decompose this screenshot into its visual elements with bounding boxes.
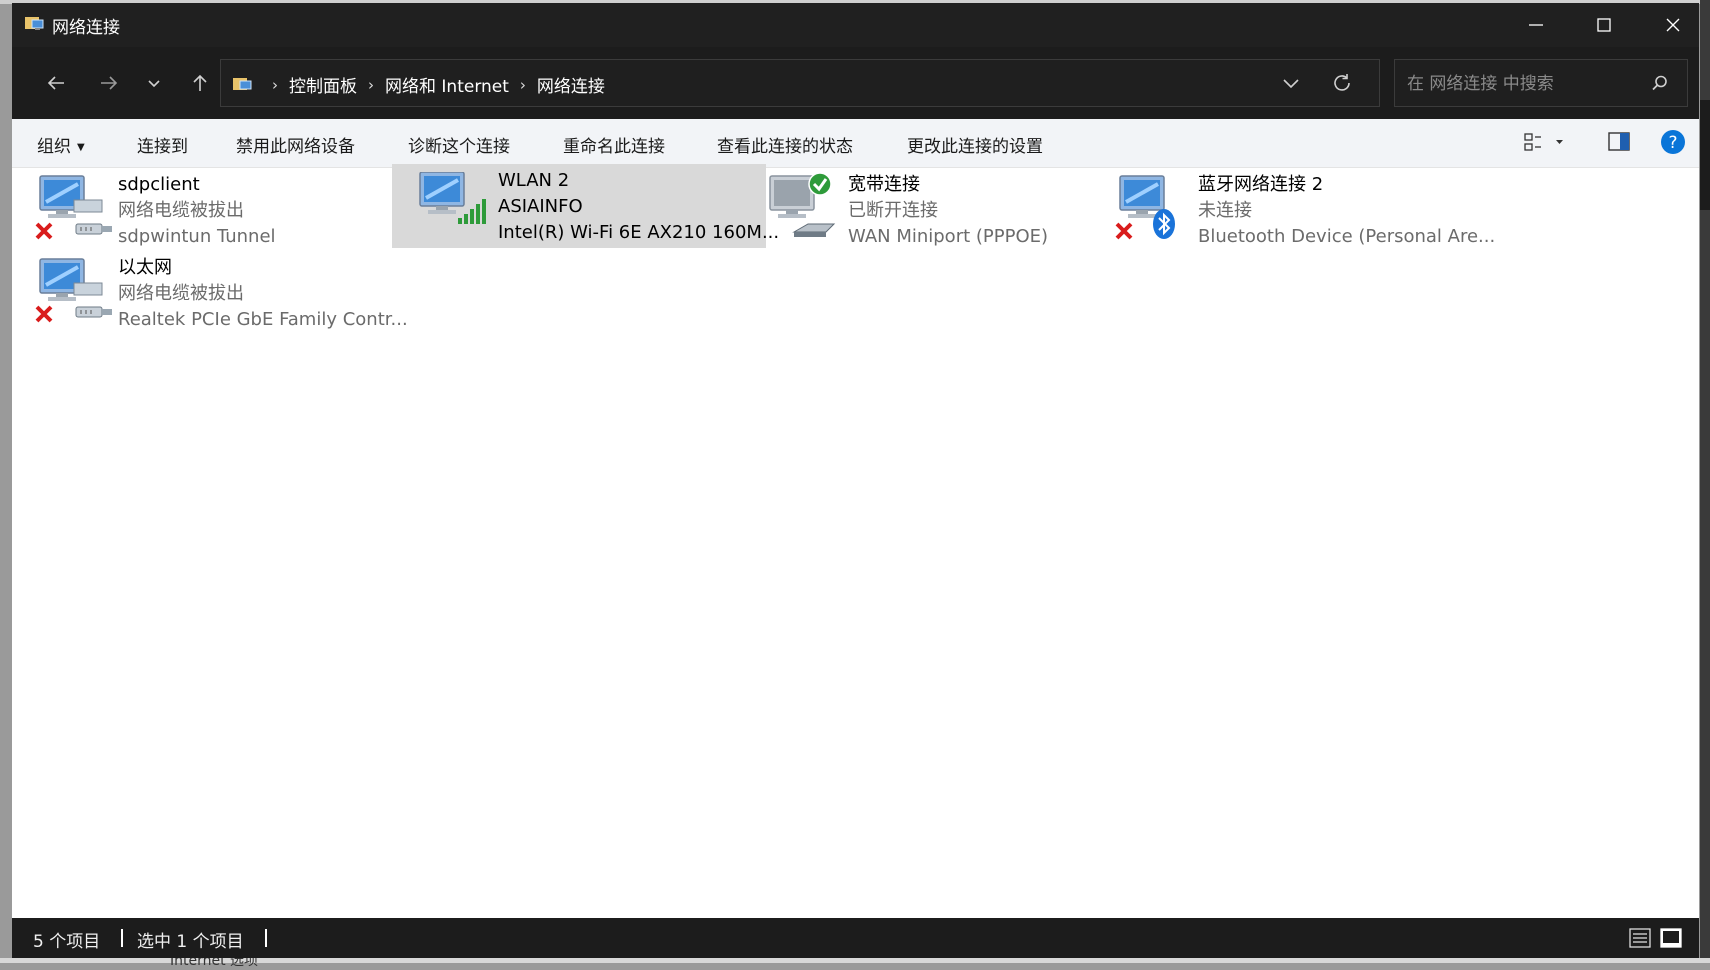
organize-menu[interactable]: 组织 ▼ <box>37 132 85 157</box>
item-text: 宽带连接 已断开连接 WAN Miniport (PPPOE) <box>848 172 1048 250</box>
network-connections-folder-icon <box>23 13 45 39</box>
maximize-button[interactable] <box>1570 3 1638 47</box>
list-item[interactable]: WLAN 2 ASIAINFO Intel(R) Wi-Fi 6E AX210 … <box>392 164 779 248</box>
wifi-connected-icon <box>414 171 494 248</box>
list-item[interactable]: 蓝牙网络连接 2 未连接 Bluetooth Device (Personal … <box>1092 168 1495 252</box>
command-bar: 组织 ▼ 连接到 禁用此网络设备 诊断这个连接 重命名此连接 查看此连接的状态 更… <box>12 119 1699 168</box>
arrow-up-icon <box>193 74 207 91</box>
recent-locations-button[interactable] <box>138 67 170 99</box>
address-history-button[interactable] <box>1281 73 1301 97</box>
preview-pane-icon <box>1608 132 1630 151</box>
details-view-button[interactable] <box>1629 928 1651 952</box>
search-icon[interactable] <box>1651 74 1669 96</box>
list-item[interactable]: 宽带连接 已断开连接 WAN Miniport (PPPOE) <box>742 168 1116 252</box>
list-item[interactable]: 以太网 网络电缆被拔出 Realtek PCIe GbE Family Cont… <box>12 251 408 335</box>
change-settings-button[interactable]: 更改此连接的设置 <box>907 132 1043 157</box>
window-title: 网络连接 <box>52 18 120 38</box>
connection-device: sdpwintun Tunnel <box>118 226 276 247</box>
background-window-edge <box>1700 0 1710 963</box>
item-count: 5 个项目 <box>33 932 101 952</box>
view-layout-icon <box>1524 133 1563 151</box>
breadcrumb: › 控制面板 › 网络和 Internet › 网络连接 <box>231 72 605 97</box>
chevron-down-icon <box>1283 79 1299 89</box>
chevron-right-icon: › <box>519 75 526 94</box>
connections-list: sdpclient 网络电缆被拔出 sdpwintun Tunnel WLAN … <box>12 164 1699 918</box>
connection-name: WLAN 2 <box>498 170 570 191</box>
connection-name: 以太网 <box>118 257 172 278</box>
breadcrumb-control-panel[interactable]: 控制面板 <box>289 72 357 97</box>
connection-status: 未连接 <box>1198 200 1252 221</box>
item-text: 蓝牙网络连接 2 未连接 Bluetooth Device (Personal … <box>1198 172 1495 250</box>
item-text: 以太网 网络电缆被拔出 Realtek PCIe GbE Family Cont… <box>118 255 408 333</box>
view-status-button[interactable]: 查看此连接的状态 <box>717 132 853 157</box>
back-button[interactable] <box>40 67 72 99</box>
background-scrollbar <box>1700 100 1710 210</box>
breadcrumb-network-internet[interactable]: 网络和 Internet <box>385 72 509 97</box>
refresh-icon <box>1334 74 1350 91</box>
bluetooth-disconnected-icon <box>1114 172 1194 248</box>
up-button[interactable] <box>184 67 216 99</box>
chevron-down-icon <box>148 80 160 88</box>
connection-status: 网络电缆被拔出 <box>118 200 244 221</box>
search-box[interactable] <box>1394 59 1688 107</box>
preview-pane-button[interactable] <box>1606 129 1632 159</box>
minimize-button[interactable] <box>1502 3 1570 47</box>
broadband-icon <box>764 172 844 248</box>
large-icons-view-button[interactable] <box>1660 928 1682 952</box>
view-options-button[interactable] <box>1522 129 1572 159</box>
breadcrumb-network-connections[interactable]: 网络连接 <box>537 72 605 97</box>
rename-button[interactable]: 重命名此连接 <box>563 132 665 157</box>
network-connections-window: 网络连接 › 控制面板 › 网络和 Internet › 网络连接 在 网络连接… <box>12 3 1699 958</box>
status-divider <box>265 929 267 947</box>
connection-name: 宽带连接 <box>848 174 920 195</box>
help-button[interactable]: ? <box>1660 129 1686 159</box>
list-item[interactable]: sdpclient 网络电缆被拔出 sdpwintun Tunnel <box>12 168 386 252</box>
title-bar[interactable]: 网络连接 <box>12 3 1699 47</box>
disable-device-button[interactable]: 禁用此网络设备 <box>236 132 355 157</box>
connection-device: WAN Miniport (PPPOE) <box>848 226 1049 247</box>
chevron-right-icon: › <box>368 75 374 94</box>
refresh-button[interactable] <box>1331 72 1353 98</box>
status-divider <box>121 929 123 947</box>
caret-down-icon: ▼ <box>77 141 85 153</box>
connection-status: ASIAINFO <box>498 196 583 217</box>
help-icon: ? <box>1661 130 1685 154</box>
arrow-right-icon <box>101 76 118 90</box>
connection-device: Bluetooth Device (Personal Are... <box>1198 226 1496 247</box>
item-text: WLAN 2 ASIAINFO Intel(R) Wi-Fi 6E AX210 … <box>498 168 779 246</box>
connection-name: sdpclient <box>118 174 200 195</box>
maximize-icon <box>1597 18 1611 32</box>
connect-to-button[interactable]: 连接到 <box>137 132 188 157</box>
minimize-icon <box>1529 24 1543 26</box>
close-icon <box>1666 18 1680 32</box>
navigation-bar: › 控制面板 › 网络和 Internet › 网络连接 <box>12 47 1699 119</box>
connection-name: 蓝牙网络连接 2 <box>1198 174 1324 195</box>
control-panel-icon <box>231 74 253 96</box>
connection-status: 网络电缆被拔出 <box>118 283 244 304</box>
arrow-left-icon <box>47 76 64 90</box>
chevron-right-icon: › <box>272 75 278 94</box>
connection-device: Intel(R) Wi-Fi 6E AX210 160M... <box>498 222 780 243</box>
ethernet-disconnected-icon <box>34 172 114 248</box>
forward-button[interactable] <box>93 67 125 99</box>
details-view-icon <box>1629 928 1651 948</box>
diagnose-button[interactable]: 诊断这个连接 <box>408 132 510 157</box>
ethernet-disconnected-icon <box>34 255 114 331</box>
connection-status: 已断开连接 <box>848 200 938 221</box>
selection-count: 选中 1 个项目 <box>137 932 244 952</box>
svg-text:?: ? <box>1668 133 1677 153</box>
search-input[interactable] <box>1405 71 1639 97</box>
item-text: sdpclient 网络电缆被拔出 sdpwintun Tunnel <box>118 172 276 250</box>
organize-label: 组织 <box>37 137 71 157</box>
connection-device: Realtek PCIe GbE Family Contr... <box>118 309 408 330</box>
large-icons-view-icon <box>1660 928 1682 948</box>
status-bar: 5 个项目 选中 1 个项目 <box>12 918 1699 958</box>
address-bar[interactable]: › 控制面板 › 网络和 Internet › 网络连接 <box>220 59 1380 107</box>
close-button[interactable] <box>1639 3 1699 47</box>
